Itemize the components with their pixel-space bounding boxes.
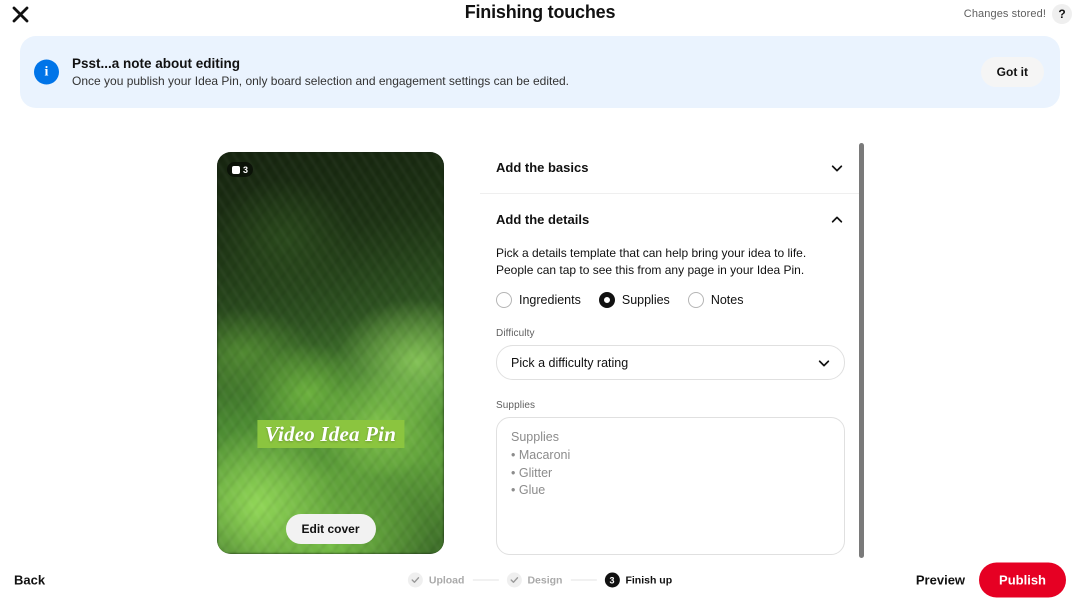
- banner-text-group: Psst...a note about editing Once you pub…: [72, 56, 569, 88]
- supplies-item: • Glue: [511, 483, 546, 498]
- radio-label-notes: Notes: [710, 293, 744, 308]
- banner-subtitle: Once you publish your Idea Pin, only boa…: [72, 74, 569, 88]
- banner-title: Psst...a note about editing: [72, 56, 241, 71]
- step-design[interactable]: Design: [506, 572, 563, 588]
- difficulty-value: Pick a difficulty rating: [511, 355, 629, 370]
- back-button[interactable]: Back: [14, 573, 45, 588]
- chevron-down-icon[interactable]: [830, 161, 844, 175]
- step-connector: [570, 579, 597, 581]
- supplies-item: • Glitter: [511, 465, 553, 480]
- check-glyph: [411, 577, 420, 583]
- step-indicator: Upload Design 3 Finish up: [407, 572, 673, 588]
- top-bar: Finishing touches Changes stored! ?: [0, 0, 1080, 30]
- template-radio-group: Ingredients Supplies Notes: [496, 292, 844, 309]
- accordion-header-basics[interactable]: Add the basics: [478, 142, 862, 193]
- step-upload[interactable]: Upload: [407, 572, 465, 588]
- bottom-right-actions: Preview Publish: [916, 562, 1066, 598]
- difficulty-label: Difficulty: [496, 328, 535, 340]
- edit-cover-button[interactable]: Edit cover: [285, 514, 376, 544]
- status-text: Changes stored!: [963, 8, 1046, 20]
- accordion-header-details[interactable]: Add the details: [478, 194, 862, 245]
- pages-icon: [232, 165, 240, 174]
- check-glyph: [510, 577, 518, 583]
- idea-pin-editor-page: Finishing touches Changes stored! ? i Ps…: [0, 0, 1080, 599]
- main-content: 3 Video Idea Pin Edit cover Add the basi…: [0, 120, 1080, 560]
- radio-option-notes[interactable]: Notes: [687, 292, 744, 309]
- radio-icon-notes: [687, 292, 704, 309]
- check-icon: [506, 572, 522, 588]
- difficulty-select[interactable]: Pick a difficulty rating: [496, 345, 845, 381]
- page-count-value: 3: [243, 164, 249, 175]
- radio-label-ingredients: Ingredients: [519, 293, 581, 308]
- step-connector: [472, 579, 499, 581]
- step-number-badge: 3: [604, 572, 620, 588]
- supplies-item: • Macaroni: [511, 447, 571, 462]
- radio-label-supplies: Supplies: [621, 293, 670, 308]
- radio-icon-supplies: [598, 292, 615, 309]
- step-label-finish-up: Finish up: [625, 574, 673, 586]
- section-add-the-basics: Add the basics: [478, 142, 862, 193]
- check-icon: [407, 572, 423, 588]
- top-right-group: Changes stored! ?: [964, 4, 1072, 24]
- pin-preview-card[interactable]: 3 Video Idea Pin Edit cover: [217, 152, 444, 554]
- help-icon[interactable]: ?: [1052, 4, 1072, 24]
- radio-icon-ingredients: [496, 292, 512, 309]
- preview-button[interactable]: Preview: [916, 573, 965, 588]
- panel-scrollbar-thumb[interactable]: [859, 143, 864, 558]
- step-label-design: Design: [527, 574, 563, 586]
- supplies-placeholder-title: Supplies: [511, 430, 559, 445]
- radio-option-supplies[interactable]: Supplies: [598, 292, 670, 309]
- accordion-title-basics: Add the basics: [496, 160, 589, 175]
- publish-button[interactable]: Publish: [979, 562, 1066, 598]
- chevron-up-icon[interactable]: [830, 213, 844, 227]
- info-icon: i: [34, 59, 59, 85]
- radio-option-ingredients[interactable]: Ingredients: [496, 292, 581, 309]
- chevron-down-icon: [818, 360, 830, 367]
- overlay-text: Video Idea Pin: [256, 420, 405, 449]
- supplies-textarea[interactable]: Supplies • Macaroni • Glitter • Glue: [496, 417, 845, 556]
- panel-scrollbar-track[interactable]: [859, 143, 864, 558]
- cover-image: [217, 152, 444, 554]
- details-body: Pick a details template that can help br…: [478, 245, 862, 560]
- details-form-panel: Add the basics Add the details Pick a de…: [478, 142, 862, 560]
- section-add-the-details: Add the details Pick a details template …: [478, 194, 862, 560]
- page-title: Finishing touches: [464, 2, 616, 22]
- page-count-badge: 3: [227, 162, 254, 177]
- details-helper-text: Pick a details template that can help br…: [496, 246, 807, 277]
- bottom-bar: Back Upload Design 3 Finish up Preview P…: [0, 560, 1080, 599]
- step-label-upload: Upload: [428, 574, 465, 586]
- editing-note-banner: i Psst...a note about editing Once you p…: [20, 36, 1060, 108]
- accordion-title-details: Add the details: [496, 212, 590, 227]
- supplies-label: Supplies: [496, 400, 536, 412]
- step-finish-up[interactable]: 3 Finish up: [604, 572, 673, 588]
- got-it-button[interactable]: Got it: [980, 57, 1044, 87]
